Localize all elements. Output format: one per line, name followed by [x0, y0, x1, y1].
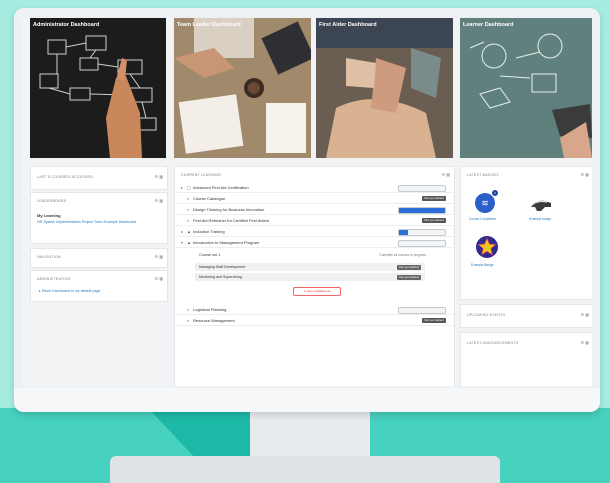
- badge-count: 2: [491, 189, 499, 197]
- expand-icon[interactable]: ▸: [181, 185, 183, 190]
- course-row[interactable]: ◐ Course Catalogue Not yet started: [175, 194, 454, 204]
- dashboard-title: Administrator Dashboard: [33, 22, 100, 28]
- dashboard-title: First Aider Dashboard: [319, 22, 377, 28]
- block-controls[interactable]: ⚙ ▦: [155, 174, 163, 179]
- block-navigation: NAVIGATION ⚙ ▦: [30, 248, 168, 268]
- status-badge: Not yet started: [422, 318, 446, 323]
- program-row[interactable]: ▸ ▲ Induction Training: [175, 227, 454, 237]
- course-row[interactable]: ◐ Logistical Planning: [175, 305, 454, 315]
- block-header: CURRENT LEARNING: [181, 173, 222, 177]
- course-row[interactable]: ◐ First Aid Refresher for Certified Firs…: [175, 216, 454, 226]
- course-icon: ◐: [187, 196, 190, 201]
- course-title[interactable]: Mentoring and Supervising: [199, 275, 242, 279]
- course-row[interactable]: ▸ ▢ Advanced First Aid Certification: [175, 183, 454, 193]
- block-header: UPCOMING EVENTS: [467, 313, 506, 317]
- badge-name[interactable]: Course Completion: [469, 217, 496, 221]
- dashboard-tile-administrator[interactable]: Administrator Dashboard: [30, 18, 166, 158]
- cpr-illustration: [316, 18, 453, 158]
- program-row[interactable]: ▾ ▲ Introduction to Management Program: [175, 238, 454, 248]
- my-learning-title: My Learning: [37, 213, 61, 218]
- block-controls[interactable]: ⚙ ▦: [155, 254, 163, 259]
- status-badge: Not yet started: [397, 274, 421, 280]
- block-latest-announcements: LATEST ANNOUNCEMENTS ⚙ ▦: [460, 332, 592, 386]
- dashboard-tile-first-aider[interactable]: First Aider Dashboard: [316, 18, 453, 158]
- block-controls[interactable]: ⚙ ▦: [442, 172, 450, 177]
- course-icon: ◐: [187, 307, 190, 312]
- chalkboard-illustration: [460, 18, 592, 158]
- block-controls[interactable]: ⚙ ▦: [581, 340, 589, 345]
- block-header: NAVIGATION: [37, 255, 61, 259]
- block-controls[interactable]: ⚙ ▦: [581, 312, 589, 317]
- block-header: LEADERBOARD: [37, 199, 67, 203]
- expand-icon[interactable]: ▸: [181, 229, 183, 234]
- course-row[interactable]: ◐ Design Thinking for Business Innovatio…: [175, 205, 454, 215]
- dashboard-title: Learner Dashboard: [463, 22, 514, 28]
- course-icon: ◐: [187, 218, 190, 223]
- course-icon: ◐: [187, 207, 190, 212]
- badge-name[interactable]: Example badge: [529, 217, 551, 221]
- block-header: LAST 5 COURSES ACCESSED: [37, 175, 93, 179]
- course-icon: ◐: [187, 318, 190, 323]
- star-badge-icon[interactable]: [475, 235, 499, 259]
- flowchart-illustration: [30, 18, 166, 158]
- course-set-title: Course set 1: [199, 253, 221, 257]
- honey-badger-badge-icon[interactable]: [529, 195, 553, 213]
- program-icon: ▲: [187, 240, 191, 245]
- progress-bar: [398, 185, 446, 192]
- course-title[interactable]: Design Thinking for Business Innovation: [193, 207, 264, 212]
- block-header: LATEST ANNOUNCEMENTS: [467, 341, 519, 345]
- program-icon: ▲: [187, 229, 191, 234]
- program-title[interactable]: Induction Training: [193, 229, 225, 234]
- progress-bar: [398, 307, 446, 314]
- course-set-note: Complete all courses to progress: [379, 253, 426, 257]
- course-title[interactable]: Resource Management: [193, 318, 235, 323]
- course-title[interactable]: First Aid Refresher for Certified First …: [193, 218, 269, 223]
- monitor-stand-base: [110, 456, 500, 483]
- dashboard-title: Team Leader Dashboard: [177, 22, 241, 28]
- desk-illustration: [174, 18, 311, 158]
- block-header: LATEST BADGES: [467, 173, 499, 177]
- dashboard-tile-team-leader[interactable]: Team Leader Dashboard: [174, 18, 311, 158]
- course-set-item[interactable]: Mentoring and Supervising Not yet starte…: [195, 273, 425, 281]
- block-administration: ADMINISTRATION ⚙ ▦ ▸ Reset Dashboard to …: [30, 270, 168, 302]
- monitor-chin: [14, 388, 600, 412]
- course-title[interactable]: Course Catalogue: [193, 196, 225, 201]
- block-controls[interactable]: ⚙ ▦: [155, 276, 163, 281]
- block-leaderboard: LEADERBOARD ⚙ ▦ My Learning HR System Im…: [30, 192, 168, 244]
- course-title[interactable]: Managing Staff Development: [199, 265, 245, 269]
- block-controls[interactable]: ⚙ ▦: [155, 198, 163, 203]
- status-badge: Not yet started: [397, 264, 421, 270]
- block-upcoming-events: UPCOMING EVENTS ⚙ ▦: [460, 304, 592, 328]
- course-set-item[interactable]: Managing Staff Development Not yet start…: [195, 263, 425, 271]
- course-icon: ▢: [187, 185, 191, 190]
- collapse-icon[interactable]: ▾: [181, 240, 183, 245]
- my-learning-link[interactable]: HR System Implementation Project Team Ex…: [37, 220, 147, 224]
- course-title[interactable]: Advanced First Aid Certification: [193, 185, 249, 190]
- block-controls[interactable]: ⚙ ▦: [581, 172, 589, 177]
- more-sets-button[interactable]: 1 more available set: [293, 287, 341, 296]
- badge-name[interactable]: Example Badge: [471, 263, 494, 267]
- course-row[interactable]: ◐ Resource Management Not yet started: [175, 316, 454, 326]
- progress-bar: [398, 229, 446, 236]
- reset-dashboard-link[interactable]: ▸ Reset Dashboard to my default page: [39, 289, 100, 293]
- block-last-courses: LAST 5 COURSES ACCESSED ⚙ ▦: [30, 166, 168, 190]
- block-header: ADMINISTRATION: [37, 277, 71, 281]
- screen: Administrator Dashboard Team Leader Dash…: [22, 18, 592, 386]
- reset-dashboard-link-label: Reset Dashboard to my default page: [41, 289, 101, 293]
- status-badge: Not yet started: [422, 196, 446, 201]
- block-current-learning: CURRENT LEARNING ⚙ ▦ ▸ ▢ Advanced First …: [174, 166, 455, 386]
- course-title[interactable]: Logistical Planning: [193, 307, 226, 312]
- program-title[interactable]: Introduction to Management Program: [193, 240, 259, 245]
- progress-bar: [398, 207, 446, 214]
- status-badge: Not yet started: [422, 218, 446, 223]
- block-latest-badges: LATEST BADGES ⚙ ▦ ≋ 2 Course Completion …: [460, 166, 592, 300]
- progress-bar: [398, 240, 446, 247]
- dashboard-tile-learner[interactable]: Learner Dashboard: [460, 18, 592, 158]
